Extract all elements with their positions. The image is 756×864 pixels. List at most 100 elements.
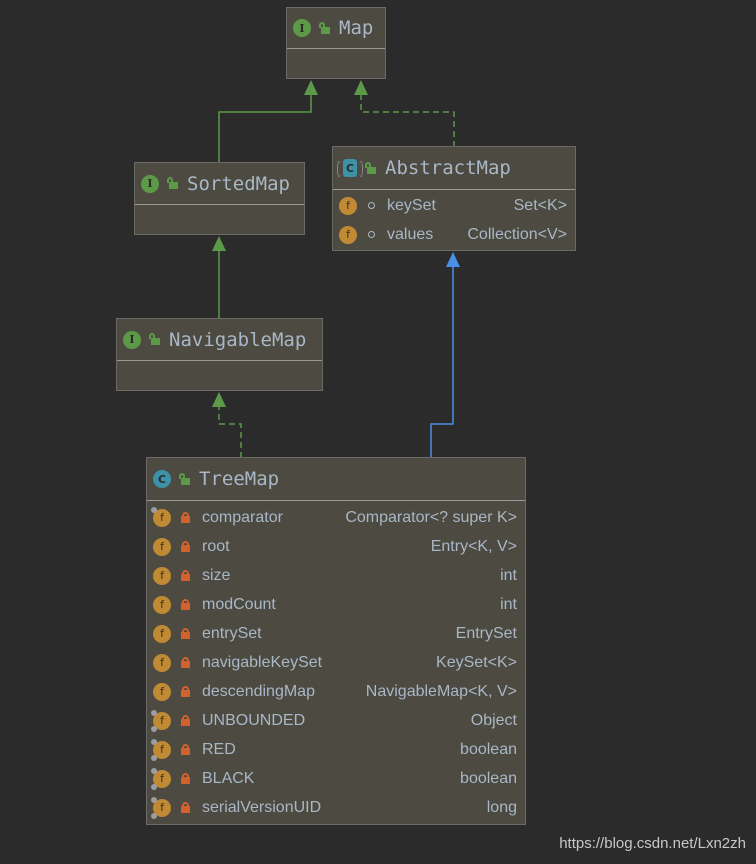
public-unlock-icon xyxy=(179,472,190,486)
arrowhead-navigablemap-to-sortedmap xyxy=(212,236,226,251)
node-abstractmap[interactable]: C AbstractMap f keySet Set<K> f values C… xyxy=(332,146,576,251)
interface-icon: I xyxy=(123,330,141,349)
field-type: long xyxy=(486,798,517,816)
field-name: entrySet xyxy=(202,624,262,642)
field-row[interactable]: f UNBOUNDED Object xyxy=(147,706,525,735)
arrowhead-abstractmap-to-map xyxy=(354,80,368,95)
field-icon: f xyxy=(153,682,171,701)
field-row[interactable]: f navigableKeySet KeySet<K> xyxy=(147,648,525,677)
field-name: root xyxy=(202,537,230,555)
package-private-icon xyxy=(368,231,375,238)
public-unlock-icon xyxy=(319,21,330,35)
edge-sortedmap-to-map xyxy=(218,92,312,163)
class-icon: C xyxy=(153,470,171,488)
field-row[interactable]: f serialVersionUID long xyxy=(147,793,525,822)
edge-treemap-to-abstractmap xyxy=(430,265,454,458)
node-header: C AbstractMap xyxy=(333,147,575,190)
field-row[interactable]: f root Entry<K, V> xyxy=(147,532,525,561)
node-title: Map xyxy=(339,17,374,39)
final-field-icon: f xyxy=(151,506,171,527)
field-icon: f xyxy=(339,196,357,215)
node-treemap[interactable]: C TreeMap f comparator Comparator<? supe… xyxy=(146,457,526,825)
field-icon: f xyxy=(153,653,171,672)
field-icon: f xyxy=(339,225,357,244)
field-name: BLACK xyxy=(202,769,255,787)
private-lock-icon xyxy=(181,657,190,668)
field-type: EntrySet xyxy=(455,624,517,642)
field-icon: f xyxy=(153,537,171,556)
field-icon: f xyxy=(153,595,171,614)
private-lock-icon xyxy=(181,512,190,523)
field-row[interactable]: f RED boolean xyxy=(147,735,525,764)
field-name: modCount xyxy=(202,595,276,613)
private-lock-icon xyxy=(181,570,190,581)
public-unlock-icon xyxy=(365,161,376,175)
static-final-field-icon: f xyxy=(151,709,171,732)
static-final-field-icon: f xyxy=(151,738,171,761)
field-row[interactable]: f descendingMap NavigableMap<K, V> xyxy=(147,677,525,706)
private-lock-icon xyxy=(181,715,190,726)
field-row[interactable]: f modCount int xyxy=(147,590,525,619)
field-type: Comparator<? super K> xyxy=(345,508,517,526)
private-lock-icon xyxy=(181,599,190,610)
field-type: int xyxy=(500,595,517,613)
static-final-field-icon: f xyxy=(151,767,171,790)
field-row[interactable]: f comparator Comparator<? super K> xyxy=(147,503,525,532)
interface-icon: I xyxy=(293,19,311,37)
field-type: boolean xyxy=(460,769,517,787)
static-final-field-icon: f xyxy=(151,796,171,819)
field-name: serialVersionUID xyxy=(202,798,322,816)
node-navigablemap[interactable]: I NavigableMap xyxy=(116,318,323,391)
field-name: RED xyxy=(202,740,236,758)
field-type: Collection<V> xyxy=(467,225,567,243)
public-unlock-icon xyxy=(149,333,160,346)
field-name: keySet xyxy=(387,196,436,214)
field-type: NavigableMap<K, V> xyxy=(365,682,517,700)
field-type: Set<K> xyxy=(513,196,567,214)
node-sortedmap[interactable]: I SortedMap xyxy=(134,162,305,235)
node-header: C TreeMap xyxy=(147,458,525,501)
field-type: boolean xyxy=(460,740,517,758)
abstract-class-icon: C xyxy=(337,159,363,177)
arrowhead-sortedmap-to-map xyxy=(304,80,318,95)
field-type: Entry<K, V> xyxy=(430,537,517,555)
public-unlock-icon xyxy=(167,177,178,190)
field-name: comparator xyxy=(202,508,283,526)
private-lock-icon xyxy=(181,686,190,697)
field-name: values xyxy=(387,225,434,243)
field-type: int xyxy=(500,566,517,584)
watermark: https://blog.csdn.net/Lxn2zh xyxy=(559,835,746,852)
arrowhead-treemap-to-abstractmap xyxy=(446,252,460,267)
arrowhead-treemap-to-navigablemap xyxy=(212,392,226,407)
field-row[interactable]: f entrySet EntrySet xyxy=(147,619,525,648)
node-title: TreeMap xyxy=(199,468,280,490)
field-list: f keySet Set<K> f values Collection<V> xyxy=(333,190,575,249)
package-private-icon xyxy=(368,202,375,209)
node-title: AbstractMap xyxy=(385,157,511,179)
node-header: I NavigableMap xyxy=(117,319,322,361)
field-icon: f xyxy=(153,566,171,585)
field-row[interactable]: f BLACK boolean xyxy=(147,764,525,793)
field-icon: f xyxy=(153,624,171,643)
private-lock-icon xyxy=(181,802,190,813)
field-name: UNBOUNDED xyxy=(202,711,306,729)
edge-treemap-to-navigablemap xyxy=(218,405,242,458)
field-name: size xyxy=(202,566,231,584)
private-lock-icon xyxy=(181,773,190,784)
field-type: Object xyxy=(470,711,517,729)
field-row[interactable]: f size int xyxy=(147,561,525,590)
field-type: KeySet<K> xyxy=(436,653,517,671)
private-lock-icon xyxy=(181,541,190,552)
edge-abstractmap-to-map xyxy=(360,92,455,147)
field-list: f comparator Comparator<? super K> f roo… xyxy=(147,501,525,822)
private-lock-icon xyxy=(181,744,190,755)
field-name: descendingMap xyxy=(202,682,315,700)
node-title: SortedMap xyxy=(187,172,290,195)
node-header: I Map xyxy=(287,8,385,49)
interface-icon: I xyxy=(141,174,159,193)
node-title: NavigableMap xyxy=(169,328,307,351)
node-map[interactable]: I Map xyxy=(286,7,386,79)
field-row[interactable]: f keySet Set<K> xyxy=(333,191,575,220)
node-header: I SortedMap xyxy=(135,163,304,205)
field-row[interactable]: f values Collection<V> xyxy=(333,220,575,249)
